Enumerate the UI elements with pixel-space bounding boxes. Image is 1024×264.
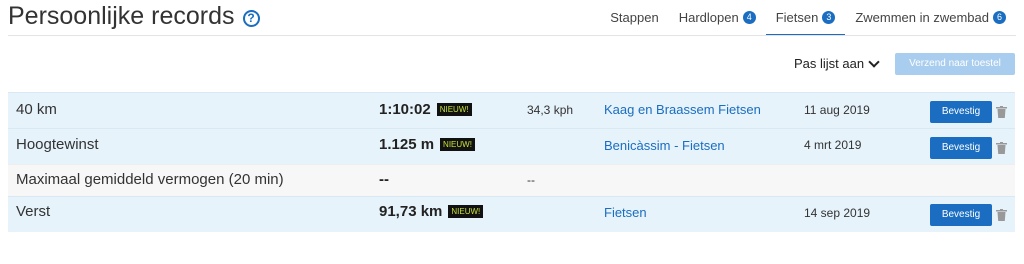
tab-fietsen[interactable]: Fietsen 3 xyxy=(765,8,846,36)
sport-tabs: Stappen Hardlopen 4 Fietsen 3 Zwemmen in… xyxy=(600,8,1016,36)
record-speed: 34,3 kph xyxy=(527,103,574,117)
record-value-text: -- xyxy=(379,171,389,188)
tab-count-badge: 4 xyxy=(742,11,756,24)
tab-divider xyxy=(8,35,1016,36)
record-value: 1:10:02 NIEUW! xyxy=(379,101,472,118)
question-circle-icon[interactable]: ? xyxy=(242,10,260,27)
record-date: 11 aug 2019 xyxy=(804,103,870,117)
tab-count-badge: 3 xyxy=(822,11,836,24)
record-speed: -- xyxy=(527,173,535,187)
record-value: -- xyxy=(379,171,389,188)
new-badge: NIEUW! xyxy=(436,103,472,116)
activity-link[interactable]: Fietsen xyxy=(604,205,647,220)
activity-link[interactable]: Benicàssim - Fietsen xyxy=(604,138,725,153)
adjust-list-label: Pas lijst aan xyxy=(794,56,865,71)
records-table: 40 km 1:10:02 NIEUW! 34,3 kph Kaag en Br… xyxy=(8,92,1015,232)
record-value-text: 91,73 km xyxy=(379,203,443,220)
record-name: Maximaal gemiddeld vermogen (20 min) xyxy=(16,171,284,188)
tab-label: Zwemmen in zwembad xyxy=(855,10,989,25)
trash-icon[interactable] xyxy=(996,209,1007,221)
table-row: Maximaal gemiddeld vermogen (20 min) -- … xyxy=(8,164,1015,196)
record-value-text: 1.125 m xyxy=(379,136,435,153)
tab-zwemmen-in-zwembad[interactable]: Zwemmen in zwembad 6 xyxy=(845,8,1016,34)
tab-count-badge: 6 xyxy=(993,11,1006,24)
confirm-button[interactable]: Bevestig xyxy=(930,101,992,123)
new-badge: NIEUW! xyxy=(448,205,484,218)
trash-icon[interactable] xyxy=(996,106,1007,118)
table-row: 40 km 1:10:02 NIEUW! 34,3 kph Kaag en Br… xyxy=(8,92,1015,128)
record-value: 91,73 km NIEUW! xyxy=(379,203,484,220)
record-date: 14 sep 2019 xyxy=(804,206,871,220)
tab-stappen[interactable]: Stappen xyxy=(600,8,668,34)
tab-label: Fietsen xyxy=(775,10,819,25)
new-badge: NIEUW! xyxy=(440,138,475,151)
page-title-text: Persoonlijke records xyxy=(8,2,235,30)
record-date: 4 mrt 2019 xyxy=(804,138,862,152)
record-value: 1.125 m NIEUW! xyxy=(379,136,475,153)
send-to-device-button[interactable]: Verzend naar toestel xyxy=(895,53,1015,75)
record-name: Hoogtewinst xyxy=(16,136,99,153)
activity-link[interactable]: Kaag en Braassem Fietsen xyxy=(604,102,761,117)
record-name: 40 km xyxy=(16,101,57,118)
record-value-text: 1:10:02 xyxy=(379,101,431,118)
table-row: Verst 91,73 km NIEUW! Fietsen 14 sep 201… xyxy=(8,196,1015,232)
tab-hardlopen[interactable]: Hardlopen 4 xyxy=(669,8,766,34)
confirm-button[interactable]: Bevestig xyxy=(930,137,992,159)
table-row: Hoogtewinst 1.125 m NIEUW! Benicàssim - … xyxy=(8,128,1015,164)
tab-label: Stappen xyxy=(610,10,659,25)
page-title: Persoonlijke records ? xyxy=(8,2,260,31)
chevron-down-icon xyxy=(868,55,880,68)
record-name: Verst xyxy=(16,203,51,220)
trash-icon[interactable] xyxy=(996,142,1007,154)
adjust-list-dropdown[interactable]: Pas lijst aan xyxy=(794,55,880,71)
tab-label: Hardlopen xyxy=(678,10,739,25)
confirm-button[interactable]: Bevestig xyxy=(930,204,992,226)
